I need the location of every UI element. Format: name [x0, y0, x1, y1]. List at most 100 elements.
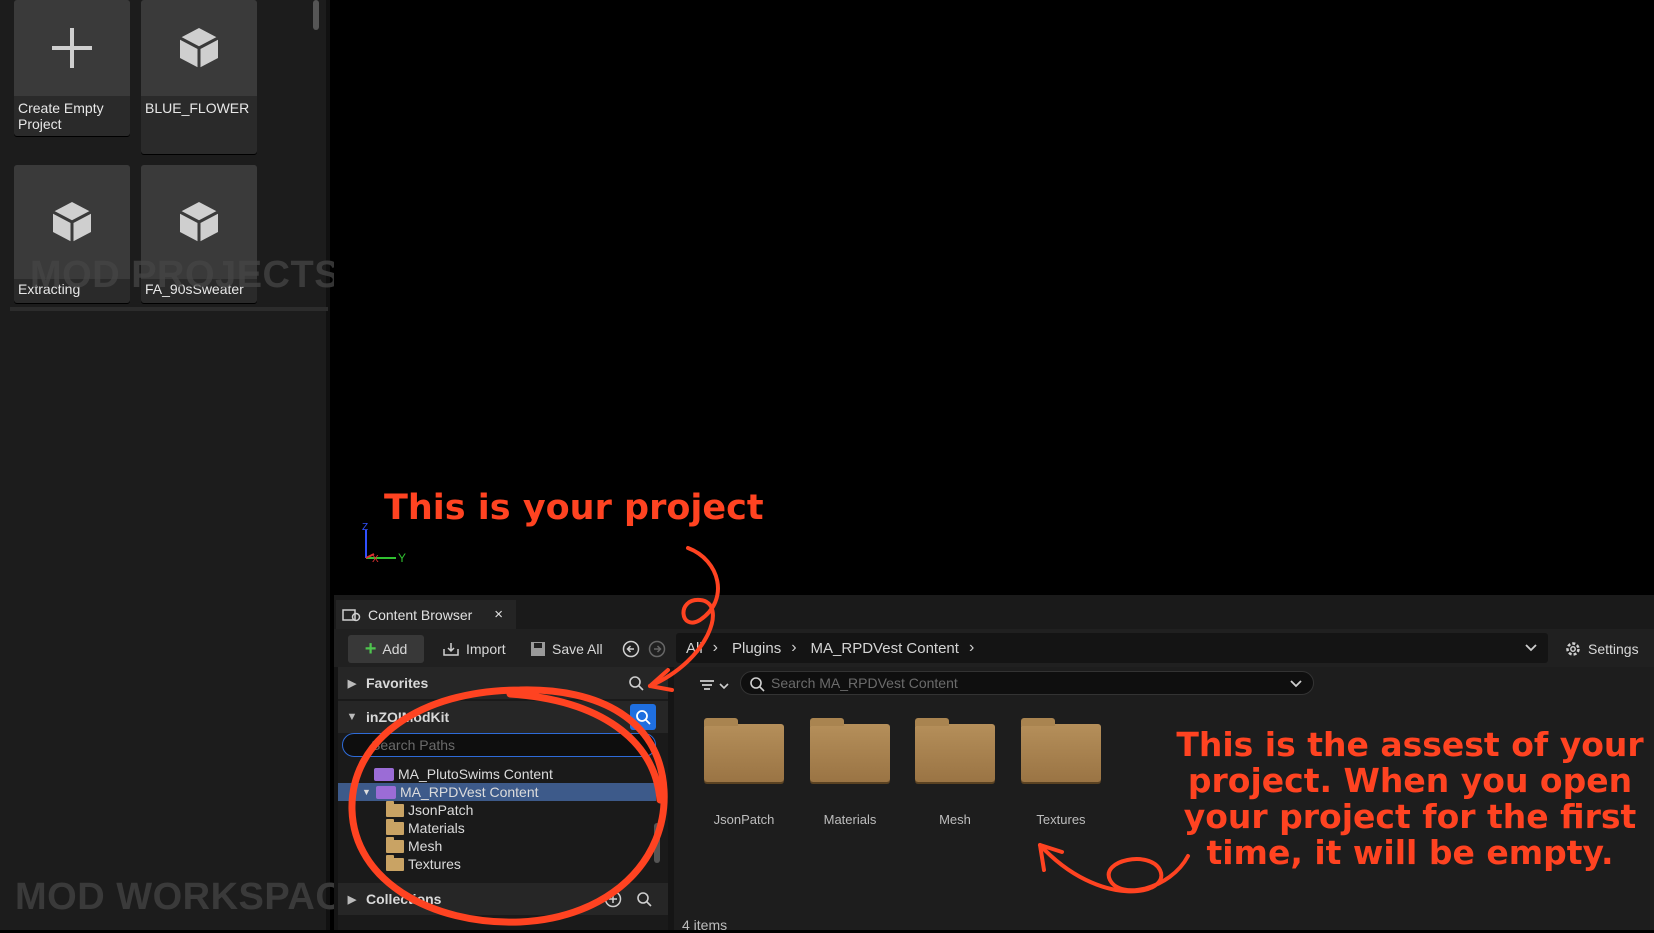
tree-item-mesh[interactable]: Mesh: [386, 836, 443, 855]
chevron-down-icon[interactable]: [1524, 643, 1538, 653]
tree-item-textures[interactable]: Textures: [386, 854, 461, 873]
collections-label: Collections: [366, 891, 442, 907]
mod-projects-panel: Create Empty Project BLUE_FLOWER Extract…: [0, 0, 343, 930]
import-button[interactable]: Import: [442, 635, 506, 663]
tree-item-label: Mesh: [408, 838, 443, 854]
asset-search-input[interactable]: Search MA_RPDVest Content: [740, 671, 1314, 695]
import-label: Import: [466, 641, 506, 657]
breadcrumb-all[interactable]: All: [676, 640, 713, 657]
add-button[interactable]: + Add: [348, 635, 424, 663]
cube-icon: [179, 28, 219, 68]
tree-item-materials[interactable]: Materials: [386, 818, 465, 837]
folder-icon: [386, 818, 404, 835]
tab-content-browser[interactable]: Content Browser ×: [336, 600, 516, 629]
tab-bar: Content Browser ×: [334, 595, 1654, 629]
breadcrumb: All › Plugins › MA_RPDVest Content ›: [676, 633, 1548, 663]
save-all-label: Save All: [552, 641, 603, 657]
asset-label: Mesh: [939, 812, 971, 827]
plugin-folder-icon: [376, 785, 396, 799]
left-scrollbar[interactable]: [313, 0, 319, 30]
import-icon: [443, 643, 459, 656]
asset-folder-materials[interactable]: Materials: [802, 718, 898, 827]
tree-item-label: JsonPatch: [408, 802, 474, 818]
project-tile-label: BLUE_FLOWER: [145, 100, 250, 116]
caret-down-icon: ▼: [346, 711, 358, 723]
gear-icon: [1566, 642, 1580, 656]
tree-item-label: MA_PlutoSwims Content: [398, 766, 553, 782]
asset-label: JsonPatch: [713, 812, 775, 827]
settings-label: Settings: [1588, 641, 1639, 657]
folder-icon: [386, 854, 404, 871]
folder-icon: [704, 718, 784, 782]
tree-scrollbar[interactable]: [654, 823, 660, 863]
thumbnail: [141, 0, 257, 96]
chevron-right-icon: ›: [968, 639, 975, 656]
project-tile-blue-flower[interactable]: BLUE_FLOWER: [141, 0, 257, 154]
plugin-folder-icon: [374, 767, 394, 781]
asset-label: Materials: [823, 812, 877, 827]
search-icon: [636, 710, 651, 725]
watermark-mod-projects: MOD PROJECTS: [30, 254, 341, 296]
sources-panel: ▶ Favorites ▼ inZOIModKit Search Paths M…: [338, 667, 668, 930]
chevron-down-icon: [1290, 680, 1302, 688]
cube-icon: [52, 202, 92, 242]
tab-label: Content Browser: [368, 606, 473, 623]
project-tile-create-empty[interactable]: Create Empty Project: [14, 0, 130, 136]
folder-icon: [386, 836, 404, 853]
cube-icon: [179, 202, 219, 242]
axis-x-label: X: [372, 554, 379, 565]
folder-icon: [810, 718, 890, 782]
asset-folder-jsonpatch[interactable]: JsonPatch: [696, 718, 792, 827]
save-all-button[interactable]: Save All: [530, 635, 603, 663]
asset-search-placeholder: Search MA_RPDVest Content: [771, 675, 958, 691]
breadcrumb-ma-rpdvest-content[interactable]: MA_RPDVest Content: [797, 640, 969, 657]
divider: [10, 307, 328, 311]
add-collection-icon[interactable]: [604, 890, 622, 908]
asset-label: Textures: [1036, 812, 1086, 827]
collections-header[interactable]: ▶ Collections: [338, 883, 668, 915]
forward-arrow-icon[interactable]: [648, 640, 666, 658]
search-icon[interactable]: [636, 891, 652, 907]
tree-item-label: Materials: [408, 820, 465, 836]
axis-y-label: Y: [398, 551, 406, 565]
folder-icon: [915, 718, 995, 782]
breadcrumb-plugins[interactable]: Plugins: [718, 640, 791, 657]
thumbnail: [14, 0, 130, 96]
close-icon[interactable]: ×: [494, 606, 503, 623]
favorites-label: Favorites: [366, 675, 429, 691]
folder-icon: [386, 800, 404, 817]
search-paths-input[interactable]: Search Paths: [342, 733, 656, 757]
caret-down-icon: ▼: [362, 787, 371, 797]
search-toggle-button[interactable]: [630, 704, 656, 730]
tree-item-ma-rpdvest[interactable]: ▼ MA_RPDVest Content: [338, 783, 656, 801]
axis-z-label: Z: [362, 522, 368, 533]
annotation-assets: This is the assest of your project. When…: [1176, 725, 1644, 872]
tree-item-jsonpatch[interactable]: JsonPatch: [386, 800, 474, 819]
caret-right-icon: ▶: [347, 893, 357, 906]
search-icon: [750, 677, 765, 692]
plus-icon: +: [364, 637, 377, 660]
asset-folder-textures[interactable]: Textures: [1013, 718, 1109, 827]
tree-item-label: Textures: [408, 856, 461, 872]
filter-icon[interactable]: [698, 677, 734, 695]
favorites-header[interactable]: ▶ Favorites: [338, 667, 668, 699]
item-count: 4 items: [682, 917, 728, 933]
annotation-project: This is your project: [384, 488, 764, 528]
watermark-mod-workspace: MOD WORKSPAC: [15, 876, 344, 918]
settings-button[interactable]: Settings: [1564, 635, 1639, 663]
tree-item-ma-plutoswims[interactable]: MA_PlutoSwims Content: [374, 765, 553, 783]
project-root-label: inZOIModKit: [366, 709, 450, 725]
folder-icon: [1021, 718, 1101, 782]
plus-icon: [52, 28, 92, 68]
project-tile-label: Create Empty Project: [18, 100, 104, 132]
caret-right-icon: ▶: [347, 677, 357, 690]
back-arrow-icon[interactable]: [622, 640, 640, 658]
search-icon[interactable]: [628, 675, 644, 691]
content-browser-toolbar: + Add Import Save All All › Plugins › MA…: [334, 629, 1654, 667]
tree-item-label: MA_RPDVest Content: [400, 784, 539, 800]
save-icon: [531, 642, 545, 656]
axis-gizmo-icon: Z X Y: [362, 522, 406, 565]
add-label: Add: [382, 641, 408, 657]
project-root-header[interactable]: ▼ inZOIModKit: [338, 701, 668, 733]
asset-folder-mesh[interactable]: Mesh: [907, 718, 1003, 827]
